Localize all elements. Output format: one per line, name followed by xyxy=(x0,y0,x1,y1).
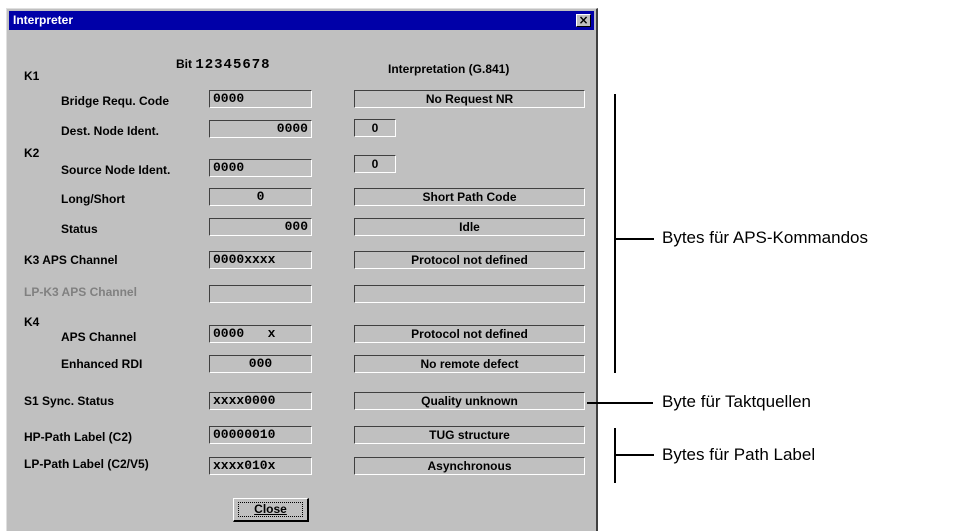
aps-pointer-line xyxy=(614,238,654,240)
bridge-request-label: Bridge Requ. Code xyxy=(61,94,170,108)
lp-k3-interpretation xyxy=(354,285,585,303)
enhanced-rdi-label: Enhanced RDI xyxy=(61,357,143,371)
bit-label: Bit xyxy=(176,57,192,71)
k3-bits: 0000xxxx xyxy=(209,251,312,269)
k2-label: K2 xyxy=(24,146,40,160)
s1-label: S1 Sync. Status xyxy=(24,394,115,408)
source-node-bits: 0000 xyxy=(209,159,312,177)
lp-path-bits: xxxx010x xyxy=(209,457,312,475)
source-node-label: Source Node Ident. xyxy=(61,163,171,177)
title-bar: Interpreter × xyxy=(9,11,594,30)
lp-path-interpretation: Asynchronous xyxy=(354,457,585,475)
aps-channel-label: APS Channel xyxy=(61,330,137,344)
bridge-request-bits: 0000 xyxy=(209,90,312,108)
source-node-interpretation: 0 xyxy=(354,155,396,173)
window-title: Interpreter xyxy=(13,13,74,27)
dest-node-bits: 0000 xyxy=(209,120,312,138)
enhanced-rdi-bits: 000 xyxy=(209,355,312,373)
k3-label: K3 APS Channel xyxy=(24,253,118,267)
close-icon[interactable]: × xyxy=(576,14,591,27)
bit-header: Bit 12345678 xyxy=(176,57,271,73)
long-short-label: Long/Short xyxy=(61,192,125,206)
aps-bracket xyxy=(614,94,616,373)
status-bits: 000 xyxy=(209,218,312,236)
hp-path-interpretation: TUG structure xyxy=(354,426,585,444)
path-annotation: Bytes für Path Label xyxy=(662,445,816,464)
status-interpretation: Idle xyxy=(354,218,585,236)
s1-interpretation: Quality unknown xyxy=(354,392,585,410)
s1-bits: xxxx0000 xyxy=(209,392,312,410)
bridge-request-interpretation: No Request NR xyxy=(354,90,585,108)
aps-channel-interpretation: Protocol not defined xyxy=(354,325,585,343)
sync-pointer-line xyxy=(587,402,653,404)
interpretation-header: Interpretation (G.841) xyxy=(388,62,510,76)
k1-label: K1 xyxy=(24,69,40,83)
k3-interpretation: Protocol not defined xyxy=(354,251,585,269)
dest-node-interpretation: 0 xyxy=(354,119,396,137)
aps-channel-bits: 0000 x xyxy=(209,325,312,343)
bit-digits: 12345678 xyxy=(195,57,271,73)
hp-path-bits: 00000010 xyxy=(209,426,312,444)
k4-label: K4 xyxy=(24,315,40,329)
sync-annotation: Byte für Taktquellen xyxy=(662,392,811,411)
long-short-bits: 0 xyxy=(209,188,312,206)
lp-path-label: LP-Path Label (C2/V5) xyxy=(24,457,149,471)
status-label: Status xyxy=(61,222,98,236)
close-button-label: Close xyxy=(254,502,287,516)
long-short-interpretation: Short Path Code xyxy=(354,188,585,206)
aps-annotation: Bytes für APS-Kommandos xyxy=(662,228,868,247)
lp-k3-bits xyxy=(209,285,312,303)
lp-k3-label: LP-K3 APS Channel xyxy=(24,285,137,299)
dest-node-label: Dest. Node Ident. xyxy=(61,124,160,138)
interpreter-window: Interpreter × xyxy=(6,8,598,531)
close-button[interactable]: Close xyxy=(233,498,309,522)
hp-path-label: HP-Path Label (C2) xyxy=(24,430,133,444)
enhanced-rdi-interpretation: No remote defect xyxy=(354,355,585,373)
path-pointer-line xyxy=(614,454,654,456)
